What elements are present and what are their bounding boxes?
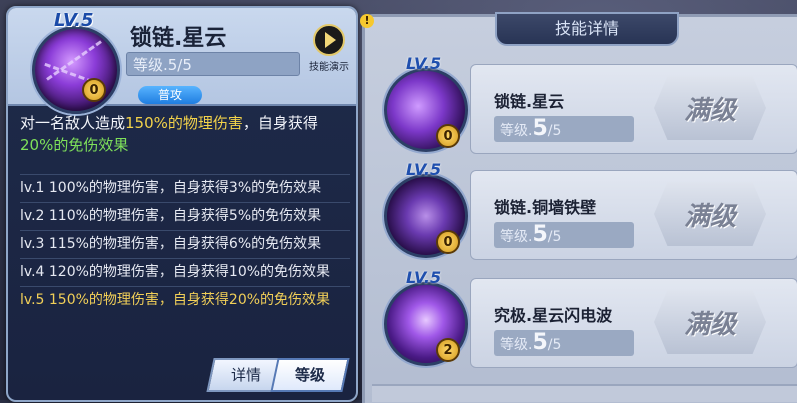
level-max: /5 (547, 123, 562, 139)
skill-description: 对一名敌人造成150%的物理伤害，自身获得 20%的免伤效果 (20, 112, 350, 156)
skill-level-box: 等级.5/5 (494, 222, 634, 248)
skill-level-box: 等级.5/5 (494, 330, 634, 356)
skill-icon (32, 26, 120, 114)
skill-level-badge: LV.5 (406, 54, 442, 73)
skill-level-badge: LV.5 (54, 10, 94, 31)
level-max: /5 (547, 229, 562, 245)
level-max: /5 (547, 337, 562, 353)
level-effect-row-current: lv.5 150%的物理伤害，自身获得20%的免伤效果 (20, 286, 350, 314)
skill-info-panel: LV.5 0 锁链.星云 等级.5/5 普攻 技能演示 对一名敌人造成150%的… (6, 6, 358, 402)
skill-card[interactable]: LV.5 2 究极.星云闪电波 等级.5/5 满级 (372, 268, 797, 374)
level-effect-row: lv.2 110%的物理伤害，自身获得5%的免伤效果 (20, 202, 350, 230)
skill-level-badge: LV.5 (406, 160, 442, 179)
desc-damage: 150%的物理伤害 (125, 114, 243, 132)
max-level-label: 满级 (683, 95, 736, 126)
skill-card[interactable]: LV.5 0 锁链.铜墙铁壁 等级.5/5 满级 (372, 160, 797, 266)
next-skill-card-edge (372, 384, 797, 402)
skill-name: 究极.星云闪电波 (494, 306, 613, 325)
skill-type-tag: 普攻 (138, 86, 202, 104)
desc-text: ，自身获得 (242, 114, 318, 132)
max-level-badge: 满级 (654, 182, 766, 246)
level-value: 5 (532, 330, 548, 355)
skill-detail-tab[interactable]: 技能详情 (495, 12, 679, 46)
skill-card[interactable]: LV.5 0 锁链.星云 等级.5/5 满级 (372, 54, 797, 160)
max-level-label: 满级 (683, 309, 736, 340)
level-effect-row: lv.4 120%的物理伤害，自身获得10%的免伤效果 (20, 258, 350, 286)
level-label: 等级. (500, 229, 533, 245)
rank-badge: 2 (436, 338, 460, 362)
max-level-badge: 满级 (654, 290, 766, 354)
play-icon[interactable] (313, 24, 345, 56)
rank-badge: 0 (82, 78, 106, 102)
level-label: 等级. (500, 337, 533, 353)
detail-button-label: 详情 (230, 366, 261, 384)
level-button-label: 等级 (294, 366, 325, 384)
level-effect-list: lv.1 100%的物理伤害，自身获得3%的免伤效果 lv.2 110%的物理伤… (20, 174, 350, 314)
skill-demo-label: 技能演示 (309, 62, 349, 73)
panel-tab-buttons: 详情 等级 (206, 358, 350, 392)
skill-level-box: 等级.5/5 (126, 52, 300, 76)
level-value: 5 (532, 116, 548, 141)
alert-icon[interactable]: ! (360, 14, 374, 28)
level-button[interactable]: 等级 (270, 358, 350, 392)
skill-name: 锁链.星云 (494, 92, 565, 111)
level-value: 5 (532, 222, 548, 247)
skill-level-box: 等级.5/5 (494, 116, 634, 142)
skill-level-badge: LV.5 (406, 268, 442, 287)
level-effect-row: lv.1 100%的物理伤害，自身获得3%的免伤效果 (20, 174, 350, 202)
rank-badge: 0 (436, 230, 460, 254)
skill-name: 锁链.铜墙铁壁 (494, 198, 597, 217)
max-level-badge: 满级 (654, 76, 766, 140)
skill-title: 锁链.星云 (130, 26, 227, 51)
desc-text: 对一名敌人造成 (20, 114, 126, 132)
desc-reduction: 20%的免伤效果 (20, 136, 129, 154)
skill-info-header: LV.5 0 锁链.星云 等级.5/5 普攻 技能演示 (8, 8, 356, 114)
level-effect-row: lv.3 115%的物理伤害，自身获得6%的免伤效果 (20, 230, 350, 258)
rank-badge: 0 (436, 124, 460, 148)
skill-demo-button[interactable]: 技能演示 (304, 24, 354, 74)
level-label: 等级. (500, 123, 533, 139)
max-level-label: 满级 (683, 201, 736, 232)
